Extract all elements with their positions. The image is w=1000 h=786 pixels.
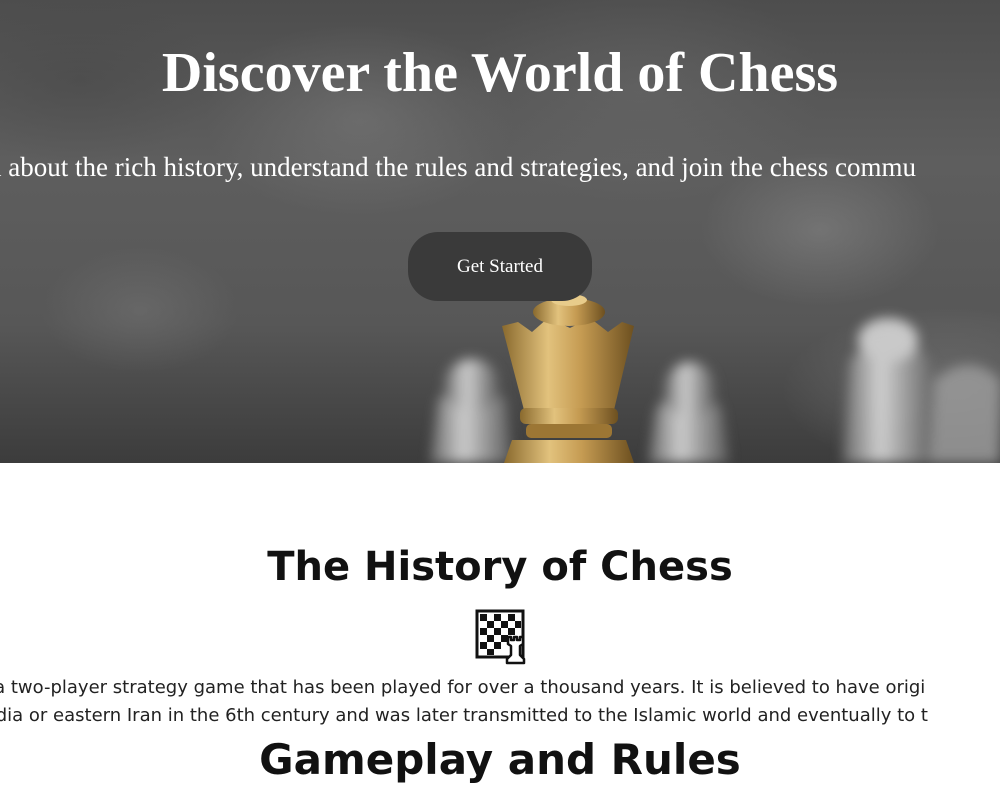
gameplay-section-title: Gameplay and Rules <box>259 735 741 784</box>
hero-section: Discover the World of Chess rn about the… <box>0 0 1000 463</box>
history-section-title: The History of Chess <box>267 544 733 590</box>
hero-title: Discover the World of Chess <box>161 42 839 104</box>
hero-subtitle: rn about the rich history, understand th… <box>0 152 917 182</box>
get-started-button[interactable]: Get Started <box>408 232 592 301</box>
history-paragraph-line-1: s a two-player strategy game that has be… <box>0 677 926 698</box>
chessboard-rook-icon <box>475 609 526 665</box>
history-paragraph-line-2: India or eastern Iran in the 6th century… <box>0 705 928 726</box>
history-paragraph: s a two-player strategy game that has be… <box>0 674 1000 730</box>
